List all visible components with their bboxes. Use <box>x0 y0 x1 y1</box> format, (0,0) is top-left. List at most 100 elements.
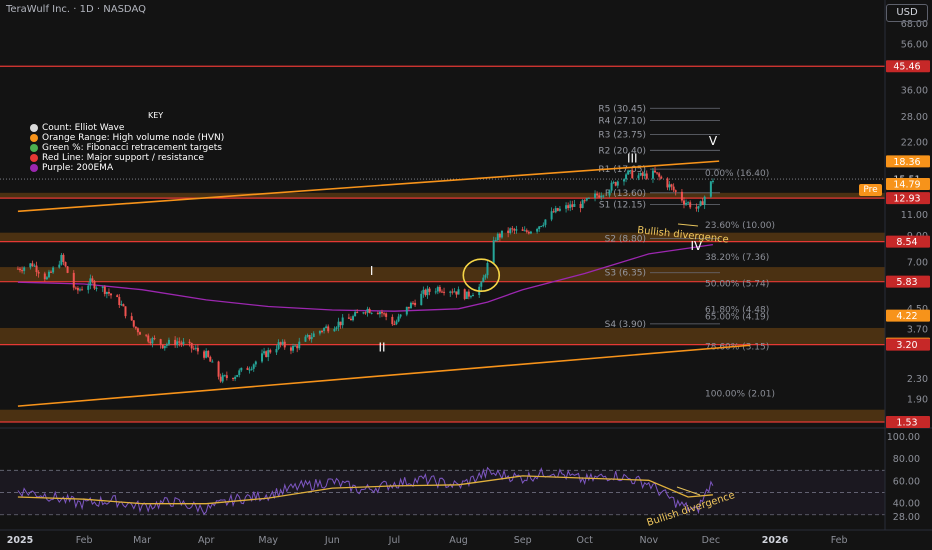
candle-body <box>180 342 183 344</box>
fib-label: 0.00% (16.40) <box>705 169 769 179</box>
candle-body <box>364 312 367 314</box>
candle-body <box>449 291 452 293</box>
candle-body <box>318 330 321 334</box>
candle-body <box>161 344 164 349</box>
candle-body <box>420 293 423 306</box>
candle-body <box>687 202 690 204</box>
fib-label: 50.00% (5.74) <box>705 279 769 289</box>
key-legend: KEY Count: Elliot Wave Orange Range: Hig… <box>30 111 224 173</box>
candle-body <box>217 361 220 377</box>
candle-body <box>434 291 437 293</box>
candle-body <box>347 317 350 319</box>
candle-body <box>337 321 340 328</box>
candle-body <box>107 291 110 294</box>
hvn-zone <box>0 192 885 199</box>
candle-body <box>573 203 576 207</box>
candle-body <box>352 316 355 321</box>
wave-label: I <box>370 264 374 278</box>
candle-body <box>426 288 429 296</box>
candle-body <box>670 184 673 187</box>
candle-body <box>76 287 79 291</box>
candle-body <box>327 326 330 332</box>
candle-body <box>569 204 572 209</box>
candle-body <box>585 198 588 201</box>
hvn-zone <box>0 232 885 242</box>
currency-button[interactable]: USD <box>886 4 928 22</box>
candle-body <box>500 230 503 238</box>
candle-body <box>643 173 646 176</box>
candle-body <box>209 356 212 362</box>
candle-body <box>625 174 628 180</box>
candle-body <box>116 295 119 298</box>
fib-label: 78.60% (3.15) <box>705 342 769 352</box>
candle-body <box>598 195 601 198</box>
candle-body <box>356 312 359 314</box>
hvn-zone <box>0 409 885 422</box>
candle-body <box>699 201 702 206</box>
wave-label: III <box>627 151 638 165</box>
pivot-label: R3 (23.75) <box>598 130 646 140</box>
candle-body <box>74 287 77 289</box>
candle-body <box>594 193 597 198</box>
candle-body <box>513 229 516 231</box>
wave-label: V <box>709 134 718 148</box>
time-tick: Feb <box>76 535 93 546</box>
candle-body <box>436 287 439 292</box>
rsi-tick: 40.00 <box>893 499 920 510</box>
key-item-label: Count: Elliot Wave <box>42 123 125 133</box>
time-tick: Apr <box>198 535 215 546</box>
candle-body <box>354 312 357 317</box>
candle-body <box>93 281 96 289</box>
candle-body <box>587 197 590 199</box>
candle-body <box>414 302 417 306</box>
candle-body <box>583 200 586 202</box>
chart-canvas[interactable]: R5 (30.45) R4 (27.10) R3 (23.75) R2 (20.40)… <box>0 0 932 550</box>
candle-body <box>521 229 524 231</box>
pivot-label: S4 (3.90) <box>605 320 646 330</box>
candle-body <box>16 268 19 270</box>
candle-body <box>178 341 181 343</box>
candle-body <box>451 291 454 293</box>
candle-body <box>697 205 700 209</box>
candle-body <box>192 348 195 350</box>
candle-body <box>304 336 307 342</box>
candle-body <box>579 203 582 209</box>
candle-body <box>641 172 644 176</box>
time-tick: 2026 <box>762 535 789 546</box>
pivot-label: S3 (6.35) <box>605 269 646 279</box>
price-tick: 7.00 <box>907 257 928 268</box>
candle-body <box>45 277 48 280</box>
time-tick: Mar <box>133 535 151 546</box>
candle-body <box>666 178 669 188</box>
price-tick: 22.00 <box>901 137 928 148</box>
candle-body <box>455 291 458 295</box>
candle-body <box>95 287 98 289</box>
price-label: 18.36 <box>893 157 920 168</box>
pivot-label: R2 (20.40) <box>598 146 646 156</box>
candle-body <box>685 202 688 205</box>
candle-body <box>174 339 177 346</box>
key-item: Count: Elliot Wave <box>30 123 224 133</box>
candle-body <box>134 326 137 329</box>
candle-body <box>250 368 253 370</box>
candle-body <box>50 271 53 273</box>
candle-body <box>81 289 84 291</box>
candle-body <box>165 344 168 346</box>
candle-body <box>443 291 446 293</box>
candle-body <box>58 264 61 268</box>
candle-body <box>393 324 396 326</box>
candle-body <box>60 254 63 265</box>
candle-body <box>105 291 108 294</box>
candle-body <box>509 228 512 234</box>
price-tick: 1.90 <box>907 394 928 405</box>
candle-body <box>453 291 456 293</box>
time-tick: 2025 <box>7 535 33 546</box>
candle-body <box>312 333 315 337</box>
candle-body <box>110 293 113 296</box>
candle-body <box>33 265 36 267</box>
candle-body <box>376 312 379 315</box>
candle-body <box>91 278 94 282</box>
candle-body <box>457 289 460 295</box>
candle-body <box>567 205 570 209</box>
candle-body <box>37 272 40 274</box>
